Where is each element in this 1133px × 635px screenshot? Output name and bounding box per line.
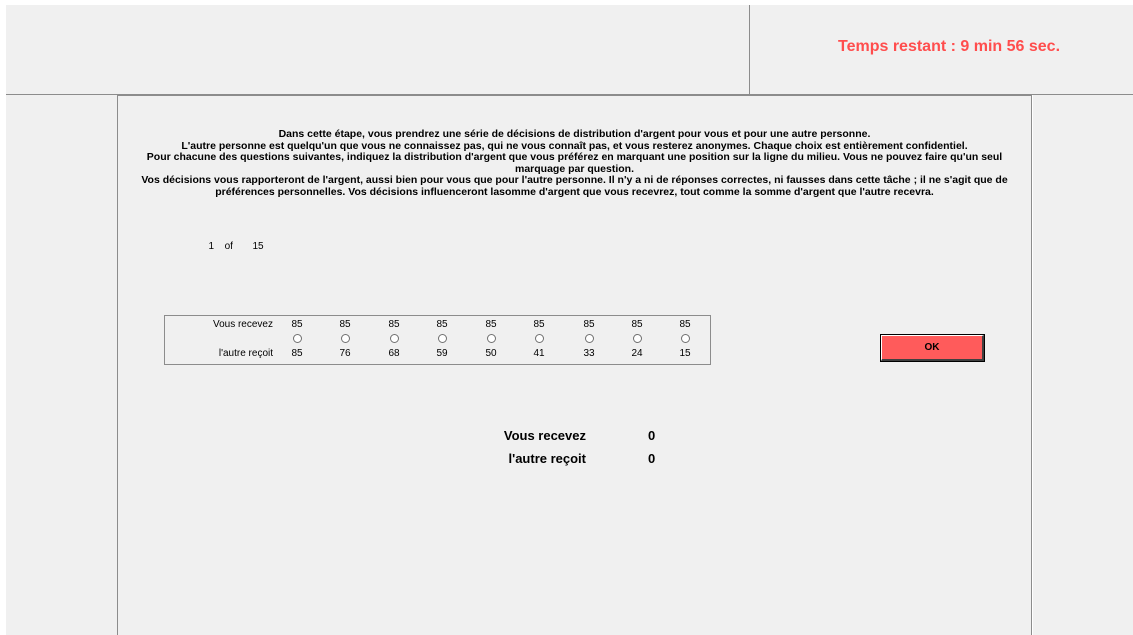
question-counter: 1 of 15 — [198, 241, 264, 252]
other-value: 15 — [679, 348, 691, 359]
other-value: 33 — [583, 348, 595, 359]
allocation-radio-7[interactable] — [585, 334, 594, 343]
counter-total: 15 — [252, 241, 264, 252]
other-value: 68 — [388, 348, 400, 359]
left-margin — [6, 95, 117, 635]
allocation-radio-8[interactable] — [633, 334, 642, 343]
other-value: 24 — [631, 348, 643, 359]
other-value: 85 — [291, 348, 303, 359]
other-row-label: l'autre reçoit — [218, 348, 273, 359]
time-remaining: Temps restant : 9 min 56 sec. — [838, 38, 1061, 55]
self-value: 85 — [485, 319, 497, 330]
allocation-radio-3[interactable] — [390, 334, 399, 343]
counter-of: of — [224, 241, 233, 252]
self-value: 85 — [436, 319, 448, 330]
ok-button[interactable]: OK — [880, 334, 985, 362]
summary-self-label: Vous recevez — [503, 428, 586, 443]
self-value: 85 — [291, 319, 303, 330]
instructions-text: Dans cette étape, vous prendrez une séri… — [126, 128, 1023, 199]
allocation-radio-5[interactable] — [487, 334, 496, 343]
self-value: 85 — [679, 319, 691, 330]
counter-current: 1 — [208, 241, 214, 252]
app-screen: Temps restant : 9 min 56 sec. Dans cette… — [0, 0, 1133, 635]
allocation-radio-2[interactable] — [341, 334, 350, 343]
self-value: 85 — [533, 319, 545, 330]
instruction-line: Pour chacune des questions suivantes, in… — [146, 151, 1003, 175]
self-value: 85 — [388, 319, 400, 330]
allocation-radio-6[interactable] — [535, 334, 544, 343]
instruction-line: Vos décisions vous rapporteront de l'arg… — [141, 174, 1008, 198]
allocation-choice-box: Vous recevez l'autre reçoit 85 85 85 85 … — [164, 315, 711, 365]
self-row-label: Vous recevez — [212, 319, 273, 330]
right-margin — [1033, 95, 1133, 635]
other-value: 41 — [533, 348, 545, 359]
other-value: 76 — [339, 348, 351, 359]
self-value: 85 — [631, 319, 643, 330]
allocation-radio-1[interactable] — [293, 334, 302, 343]
summary-self-value: 0 — [648, 428, 656, 443]
decision-panel: Dans cette étape, vous prendrez une séri… — [117, 95, 1032, 635]
other-value: 59 — [436, 348, 448, 359]
other-value: 50 — [485, 348, 497, 359]
allocation-radio-4[interactable] — [438, 334, 447, 343]
self-value: 85 — [339, 319, 351, 330]
summary-other-value: 0 — [648, 451, 656, 466]
self-value: 85 — [583, 319, 595, 330]
header-bar: Temps restant : 9 min 56 sec. — [6, 5, 1133, 95]
instruction-line: Dans cette étape, vous prendrez une séri… — [278, 128, 871, 140]
allocation-radio-9[interactable] — [681, 334, 690, 343]
summary-other-label: l'autre reçoit — [508, 451, 586, 466]
